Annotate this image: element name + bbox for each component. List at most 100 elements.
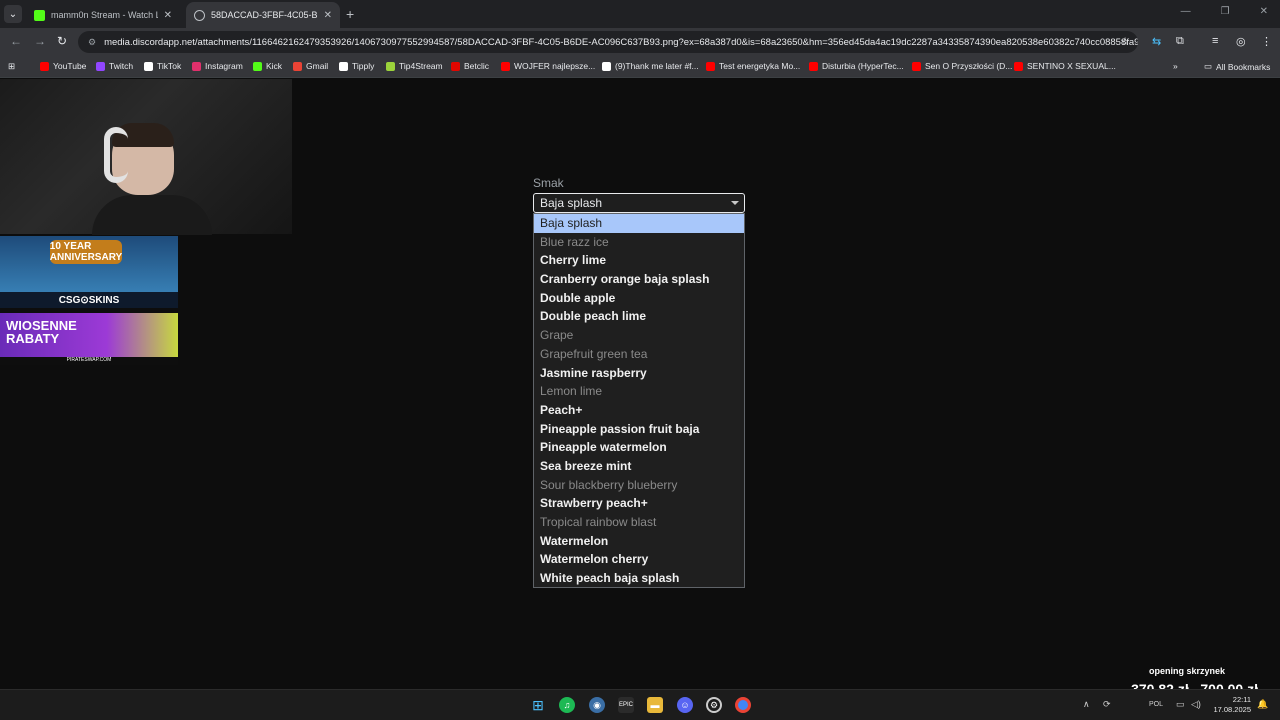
- flavor-option[interactable]: Double apple: [534, 289, 744, 308]
- flavor-option[interactable]: Jasmine raspberry: [534, 364, 744, 383]
- flavor-option[interactable]: Pineapple passion fruit baja: [534, 420, 744, 439]
- all-bookmarks-button[interactable]: ▭ All Bookmarks: [1204, 61, 1270, 72]
- flavor-option[interactable]: Watermelon cherry: [534, 550, 744, 569]
- twitch-icon: [96, 61, 105, 71]
- flavor-option[interactable]: Cranberry orange baja splash: [534, 270, 744, 289]
- tab-title: mamm0n Stream - Watch Live o: [51, 10, 158, 20]
- media-control-icon[interactable]: ≡: [1212, 35, 1218, 47]
- bookmark-label: Betclic: [464, 61, 490, 71]
- flavor-select[interactable]: Baja splash: [533, 193, 745, 213]
- youtube-icon: [809, 61, 818, 71]
- minimize-icon[interactable]: —: [1181, 6, 1191, 17]
- bookmark-sentino[interactable]: SENTINO X SEXUAL...: [1014, 61, 1116, 71]
- windows-taskbar: ⊞ ♫ ◉ EPIC ▬ ☺ ⚙ ∧ ⟳ POL ▭ ◁) 22:11 17.0…: [0, 689, 1280, 720]
- bookmark-betclic[interactable]: Betclic: [451, 61, 489, 71]
- new-tab-button[interactable]: +: [346, 6, 354, 22]
- forward-icon[interactable]: →: [34, 34, 46, 48]
- bookmark-label: Sen O Przyszłości (D...: [925, 61, 1013, 71]
- flavor-option[interactable]: Watermelon: [534, 532, 744, 551]
- flavor-option: Blue razz ice: [540, 234, 609, 249]
- reload-icon[interactable]: ↻: [57, 34, 67, 48]
- flavor-option[interactable]: Strawberry peach+: [534, 494, 744, 513]
- tab-title: 58DACCAD-3FBF-4C05-B6DE-A: [211, 10, 318, 20]
- site-info-icon[interactable]: ⚙: [88, 37, 96, 48]
- extensions-icon[interactable]: ⧉: [1176, 35, 1184, 48]
- system-clock[interactable]: 22:11 17.08.2025: [1213, 695, 1251, 715]
- bookmark-label: Gmail: [306, 61, 329, 71]
- instagram-icon: [192, 61, 201, 71]
- profile-icon[interactable]: ◎: [1236, 35, 1246, 48]
- tab-strip: ⌄ mamm0n Stream - Watch Live o ✕ 58DACCA…: [0, 0, 1280, 28]
- bookmarks-bar: ⊞ YouTube Twitch TikTok Instagram Kick G…: [0, 56, 1280, 78]
- pirateswap-ad[interactable]: WIOSENNE RABATY PIRATESWAP.COM: [0, 313, 178, 365]
- csgoskins-ad[interactable]: 10 YEAR ANNIVERSARY CSG⊙SKINS: [0, 236, 178, 308]
- flavor-option[interactable]: Pineapple watermelon: [534, 438, 744, 457]
- bookmark-label: Tipply: [352, 61, 375, 71]
- bookmark-wojfer[interactable]: WOJFER najlepsze...: [501, 61, 595, 71]
- back-icon[interactable]: ←: [10, 34, 22, 48]
- bookmark-instagram[interactable]: Instagram: [192, 61, 243, 71]
- browser-toolbar: ← → ↻ ⚙ media.discordapp.net/attachments…: [0, 28, 1280, 56]
- epic-games-icon[interactable]: EPIC: [618, 697, 634, 713]
- bookmark-disturbia[interactable]: Disturbia (HyperTec...: [809, 61, 904, 71]
- close-icon[interactable]: ✕: [324, 10, 332, 21]
- flavor-option[interactable]: Cherry lime: [534, 251, 744, 270]
- page-content: 10 YEAR ANNIVERSARY CSG⊙SKINS WIOSENNE R…: [0, 79, 1280, 697]
- tab-kick-stream[interactable]: mamm0n Stream - Watch Live o ✕: [26, 2, 180, 28]
- bookmark-thank-me-later[interactable]: (9)Thank me later #f...: [602, 61, 699, 71]
- menu-icon[interactable]: ⋮: [1261, 35, 1272, 48]
- betclic-icon: [451, 61, 460, 71]
- flavor-option[interactable]: Double peach lime: [534, 307, 744, 326]
- kick-icon: [34, 9, 45, 21]
- language-indicator[interactable]: POL: [1149, 701, 1163, 708]
- tiktok-icon: [602, 61, 611, 71]
- apps-icon[interactable]: ⊞: [8, 61, 15, 72]
- bookmark-twitch[interactable]: Twitch: [96, 61, 133, 71]
- bookmark-tipply[interactable]: Tipply: [339, 61, 374, 71]
- headset-icon: [104, 127, 128, 183]
- youtube-icon: [501, 61, 510, 71]
- bookmark-tip4stream[interactable]: Tip4Stream: [386, 61, 443, 71]
- volume-icon[interactable]: ◁): [1191, 699, 1201, 710]
- address-bar[interactable]: ⚙ media.discordapp.net/attachments/11664…: [78, 31, 1138, 53]
- bookmark-star-icon[interactable]: ☆: [1120, 35, 1130, 48]
- maximize-icon[interactable]: ❐: [1221, 6, 1230, 17]
- translate-extension-icon[interactable]: ⇆: [1152, 35, 1161, 48]
- flavor-option[interactable]: Peach+: [534, 401, 744, 420]
- pirateswap-brand: PIRATESWAP.COM: [0, 357, 178, 365]
- youtube-icon: [1014, 61, 1023, 71]
- tab-discord-image[interactable]: 58DACCAD-3FBF-4C05-B6DE-A ✕: [186, 2, 340, 28]
- bookmark-sen-o-przyszlosci[interactable]: Sen O Przyszłości (D...: [912, 61, 1012, 71]
- youtube-icon: [40, 61, 49, 71]
- tray-sync-icon[interactable]: ⟳: [1103, 699, 1111, 710]
- flavor-option[interactable]: Baja splash: [534, 214, 744, 233]
- chrome-icon[interactable]: [735, 697, 751, 713]
- discord-icon[interactable]: ☺: [677, 697, 693, 713]
- windows-start-icon[interactable]: ⊞: [530, 697, 546, 713]
- close-icon[interactable]: ✕: [164, 10, 172, 21]
- flavor-option[interactable]: Sea breeze mint: [534, 457, 744, 476]
- more-bookmarks-button[interactable]: »: [1173, 61, 1178, 71]
- spotify-icon[interactable]: ♫: [559, 697, 575, 713]
- tab-search-button[interactable]: ⌄: [4, 5, 22, 23]
- bookmark-youtube[interactable]: YouTube: [40, 61, 86, 71]
- notification-bell-icon[interactable]: 🔔: [1257, 699, 1268, 710]
- tiktok-icon: [144, 61, 153, 71]
- file-explorer-icon[interactable]: ▬: [647, 697, 663, 713]
- anniversary-badge: 10 YEAR ANNIVERSARY: [49, 240, 123, 264]
- bookmark-tiktok[interactable]: TikTok: [144, 61, 181, 71]
- streamer-body: [92, 195, 212, 235]
- close-window-icon[interactable]: ✕: [1260, 6, 1268, 17]
- app-icon[interactable]: ◉: [589, 697, 605, 713]
- flavor-option[interactable]: White peach baja splash: [534, 569, 744, 588]
- network-icon[interactable]: ▭: [1176, 699, 1185, 710]
- bookmark-test-energetyka[interactable]: Test energetyka Mo...: [706, 61, 800, 71]
- bookmark-label: Twitch: [109, 61, 134, 71]
- bookmark-gmail[interactable]: Gmail: [293, 61, 328, 71]
- bookmark-label: SENTINO X SEXUAL...: [1027, 61, 1116, 71]
- goal-caption: opening skrzynek: [1148, 666, 1225, 676]
- bookmark-kick[interactable]: Kick: [253, 61, 282, 71]
- tray-expand-icon[interactable]: ∧: [1083, 699, 1090, 710]
- flavor-option: Lemon lime: [540, 384, 603, 399]
- app-icon-2[interactable]: ⚙: [706, 697, 722, 713]
